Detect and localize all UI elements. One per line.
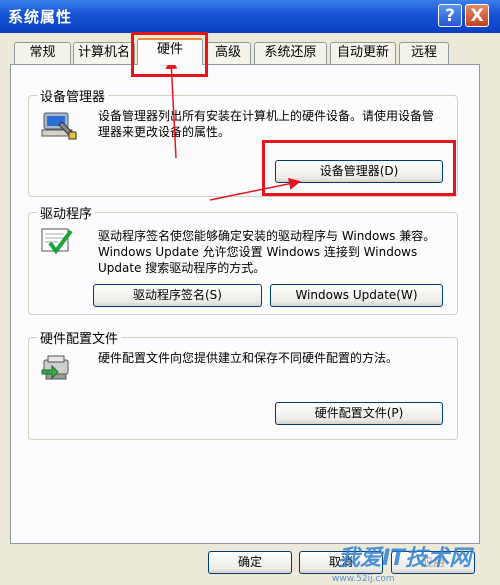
device-manager-button[interactable]: 设备管理器(D) [275, 160, 443, 183]
hardware-profiles-description: 硬件配置文件向您提供建立和保存不同硬件配置的方法。 [98, 351, 399, 365]
tab-bar: 常规 计算机名 硬件 高级 系统还原 自动更新 远程 [0, 33, 500, 65]
tab-remote[interactable]: 远程 [399, 42, 449, 64]
watermark-brand: 我爱IT技术网 [338, 546, 472, 571]
device-manager-group-title: 设备管理器 [37, 86, 109, 105]
drivers-description: 驱动程序签名使您能够确定安装的驱动程序与 Windows 兼容。Windows … [98, 229, 436, 275]
tab-general[interactable]: 常规 [14, 42, 71, 64]
device-manager-description: 设备管理器列出所有安装在计算机上的硬件设备。请使用设备管理器来更改设备的属性。 [98, 109, 435, 139]
hardware-profiles-group-title: 硬件配置文件 [37, 328, 122, 347]
tab-advanced[interactable]: 高级 [205, 42, 251, 64]
help-button[interactable]: ? [438, 4, 462, 27]
tab-automatic-updates[interactable]: 自动更新 [330, 42, 396, 64]
close-button[interactable]: X [465, 4, 489, 27]
driver-signing-button[interactable]: 驱动程序签名(S) [93, 284, 262, 307]
title-bar[interactable]: 系统属性 ? X [0, 0, 500, 33]
tab-system-restore[interactable]: 系统还原 [254, 42, 327, 64]
drivers-group-title: 驱动程序 [37, 203, 96, 222]
driver-signing-icon [40, 225, 74, 260]
watermark-url: www.52ij.com [332, 574, 395, 584]
tab-computer-name[interactable]: 计算机名 [73, 42, 135, 64]
windows-update-button[interactable]: Windows Update(W) [270, 284, 443, 307]
system-properties-window: 系统属性 ? X 常规 计算机名 硬件 高级 系统还原 自动更新 远程 设备管理… [0, 0, 500, 585]
window-title: 系统属性 [8, 8, 73, 26]
device-manager-icon [40, 110, 78, 145]
hardware-profiles-button[interactable]: 硬件配置文件(P) [275, 402, 443, 425]
tab-hardware[interactable]: 硬件 [137, 38, 203, 65]
hardware-profile-icon [40, 352, 76, 387]
ok-button[interactable]: 确定 [208, 551, 292, 574]
